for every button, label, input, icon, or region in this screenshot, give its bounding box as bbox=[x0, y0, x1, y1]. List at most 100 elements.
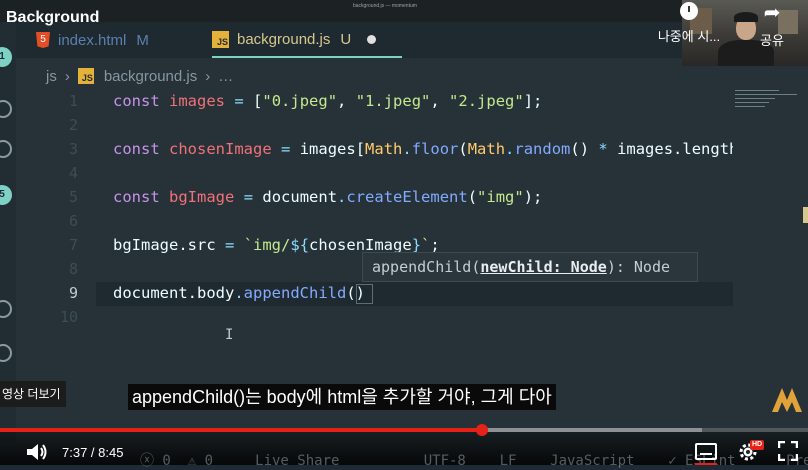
bracket-match-box bbox=[356, 284, 373, 304]
breadcrumb-file[interactable]: background.js bbox=[104, 68, 197, 85]
line-number: 1 bbox=[68, 92, 78, 110]
code-line-9[interactable]: document.body.appendChild() bbox=[113, 284, 365, 302]
code-token: "2.jpeg" bbox=[449, 92, 524, 110]
code-token: * bbox=[598, 140, 608, 158]
scrollbar-marker[interactable] bbox=[803, 207, 808, 223]
line-number: 3 bbox=[68, 140, 78, 158]
tab-status-badge: U bbox=[340, 30, 352, 48]
tooltip-return: ): Node bbox=[606, 258, 671, 276]
js-icon: JS bbox=[77, 68, 94, 84]
code-token: . bbox=[337, 188, 347, 206]
tab-label: index.html bbox=[58, 31, 127, 49]
code-token: ( bbox=[458, 140, 468, 158]
tab-status-badge: M bbox=[136, 31, 149, 49]
code-token: Math bbox=[365, 140, 403, 158]
share-label: 공유 bbox=[760, 33, 784, 48]
tooltip-param: newChild: Node bbox=[480, 258, 607, 276]
watch-later-label: 나중에 시... bbox=[657, 29, 721, 44]
breadcrumb-folder[interactable]: js bbox=[46, 68, 57, 85]
line-number-current: 9 bbox=[68, 284, 78, 302]
code-token: = bbox=[281, 140, 291, 158]
line-number: 2 bbox=[68, 116, 78, 134]
video-title[interactable]: Background bbox=[6, 9, 99, 27]
code-token: () bbox=[570, 140, 599, 158]
code-token: bgImage bbox=[169, 188, 235, 206]
line-number: 8 bbox=[68, 260, 78, 278]
line-number: 6 bbox=[68, 212, 78, 230]
code-token: document bbox=[262, 188, 338, 206]
code-token: , bbox=[337, 92, 356, 110]
code-token: chosenImage bbox=[169, 140, 272, 158]
js-icon: JS bbox=[212, 30, 229, 48]
parameter-hint-tooltip: appendChild(newChild: Node): Node bbox=[362, 252, 698, 282]
html5-icon: 5 bbox=[36, 32, 50, 48]
code-token: createElement bbox=[346, 188, 468, 206]
window-title: background.js — momentum bbox=[353, 3, 417, 9]
code-line-5[interactable]: const bgImage = document.createElement("… bbox=[113, 188, 542, 206]
code-token: images[ bbox=[299, 140, 366, 158]
code-token: "img" bbox=[477, 188, 524, 206]
search-activity-icon[interactable] bbox=[0, 100, 12, 118]
more-videos-button[interactable]: 영상 더보기 bbox=[0, 381, 66, 407]
channel-logo-icon[interactable] bbox=[770, 384, 804, 414]
code-token: random bbox=[514, 140, 571, 158]
hd-badge: HD bbox=[750, 440, 765, 450]
unsaved-dot-icon[interactable] bbox=[367, 34, 377, 44]
subtitles-icon[interactable] bbox=[695, 443, 717, 460]
code-token: floor bbox=[411, 140, 459, 158]
activity-bar: 1 5 bbox=[0, 22, 16, 442]
breadcrumb: js › JS background.js › … bbox=[46, 66, 233, 86]
code-token: = bbox=[243, 188, 254, 206]
extensions-activity-icon[interactable] bbox=[0, 300, 12, 318]
activity-badge-scm[interactable]: 5 bbox=[0, 185, 12, 205]
tab-background-js[interactable]: JS background.js U bbox=[212, 22, 402, 58]
chevron-right-icon: › bbox=[64, 67, 70, 85]
source-control-activity-icon[interactable] bbox=[0, 140, 12, 158]
activity-badge-explorer[interactable]: 1 bbox=[0, 47, 12, 67]
code-token: `img/ bbox=[243, 236, 291, 254]
line-number: 5 bbox=[68, 188, 78, 206]
code-token: , bbox=[430, 92, 450, 110]
code-token: ]; bbox=[523, 92, 543, 110]
tooltip-fn: appendChild( bbox=[372, 258, 481, 276]
code-token: const bbox=[113, 140, 160, 158]
code-token: appendChild bbox=[243, 284, 347, 302]
breadcrumb-tail[interactable]: … bbox=[218, 68, 233, 85]
code-token: Math bbox=[467, 140, 506, 158]
code-token: const bbox=[113, 92, 160, 110]
watch-later-button[interactable]: 나중에 시... bbox=[648, 2, 730, 45]
progress-scrubber-handle[interactable] bbox=[476, 424, 488, 436]
code-token: = bbox=[225, 236, 235, 254]
share-button[interactable]: ➦ 공유 bbox=[752, 2, 792, 49]
code-token: [ bbox=[253, 92, 263, 110]
code-token: "1.jpeg" bbox=[355, 92, 431, 110]
code-token: bgImage.src bbox=[113, 236, 216, 254]
code-token: ); bbox=[523, 188, 543, 206]
code-line-1[interactable]: const images = ["0.jpeg", "1.jpeg", "2.j… bbox=[113, 92, 542, 110]
code-token: "0.jpeg" bbox=[262, 92, 338, 110]
chevron-right-icon: › bbox=[205, 67, 211, 85]
line-number: 10 bbox=[59, 308, 78, 326]
code-line-3[interactable]: const chosenImage = images[Math.floor(Ma… bbox=[113, 140, 733, 158]
code-token: images bbox=[169, 92, 226, 110]
code-token: images.length bbox=[607, 140, 733, 158]
minimap[interactable] bbox=[733, 86, 803, 116]
line-number: 4 bbox=[68, 164, 78, 182]
code-token: ( bbox=[467, 188, 478, 206]
code-token: . bbox=[234, 284, 244, 302]
volume-icon[interactable] bbox=[25, 442, 49, 462]
code-token: = bbox=[234, 92, 244, 110]
code-token: ${ bbox=[290, 236, 310, 254]
code-token: . bbox=[402, 140, 412, 158]
fullscreen-icon[interactable] bbox=[778, 441, 798, 461]
account-activity-icon[interactable] bbox=[0, 344, 12, 362]
tab-index-html[interactable]: 5 index.html M bbox=[36, 22, 149, 58]
progress-played bbox=[0, 428, 482, 432]
code-token: const bbox=[113, 188, 160, 206]
clock-icon bbox=[680, 2, 698, 20]
tab-label: background.js bbox=[237, 30, 331, 48]
mouse-cursor-icon: I bbox=[225, 327, 234, 343]
time-display: 7:37 / 8:45 bbox=[62, 445, 124, 460]
line-number: 7 bbox=[68, 236, 78, 254]
code-token: . bbox=[505, 140, 515, 158]
